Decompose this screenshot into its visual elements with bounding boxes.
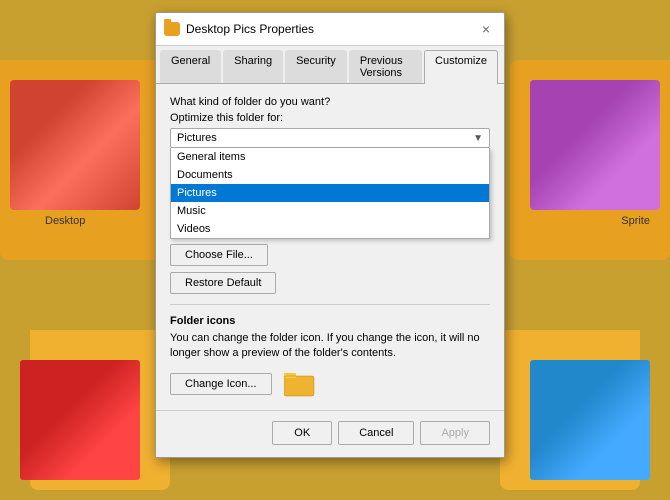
bg-folder-bottom-right-img: [530, 360, 650, 480]
choose-file-buttons: Choose File...: [170, 244, 490, 266]
choose-file-button[interactable]: Choose File...: [170, 244, 268, 266]
folder-title-icon: [164, 22, 180, 36]
properties-dialog: Desktop Pics Properties × General Sharin…: [155, 12, 505, 458]
apply-button[interactable]: Apply: [420, 421, 490, 445]
bg-folder-bottom-left-img: [20, 360, 140, 480]
section-title: What kind of folder do you want?: [170, 96, 490, 108]
tabs-bar: General Sharing Security Previous Versio…: [156, 46, 504, 84]
title-bar: Desktop Pics Properties ×: [156, 13, 504, 46]
tab-previous-versions[interactable]: Previous Versions: [349, 50, 422, 83]
close-button[interactable]: ×: [476, 19, 496, 39]
bg-label-right: Sprite: [621, 215, 650, 227]
folder-icons-description: You can change the folder icon. If you c…: [170, 331, 490, 362]
optimize-dropdown[interactable]: Pictures ▼: [170, 128, 490, 148]
divider: [170, 304, 490, 305]
dialog-title: Desktop Pics Properties: [186, 22, 314, 36]
ok-button[interactable]: OK: [272, 421, 332, 445]
title-bar-left: Desktop Pics Properties: [164, 22, 314, 36]
folder-icon-preview: [284, 370, 316, 398]
dropdown-selected-value: Pictures: [177, 132, 473, 144]
folder-icons-label: Folder icons: [170, 315, 490, 327]
tab-content: What kind of folder do you want? Optimiz…: [156, 84, 504, 410]
dropdown-item-general[interactable]: General items: [171, 148, 489, 166]
dropdown-item-documents[interactable]: Documents: [171, 166, 489, 184]
dropdown-item-pictures[interactable]: Pictures: [171, 184, 489, 202]
bg-label-left: Desktop: [45, 215, 85, 227]
dropdown-list: General items Documents Pictures Music V…: [170, 148, 490, 239]
cancel-button[interactable]: Cancel: [338, 421, 414, 445]
tab-sharing[interactable]: Sharing: [223, 50, 283, 83]
folder-icon-row: Change Icon...: [170, 370, 490, 398]
tab-customize[interactable]: Customize: [424, 50, 498, 84]
dropdown-item-videos[interactable]: Videos: [171, 220, 489, 238]
bg-image-left: [10, 80, 140, 210]
tab-security[interactable]: Security: [285, 50, 347, 83]
restore-default-button[interactable]: Restore Default: [170, 272, 276, 294]
bg-image-right: [530, 80, 660, 210]
folder-icons-section: Folder icons You can change the folder i…: [170, 315, 490, 398]
optimize-dropdown-wrapper: Pictures ▼ General items Documents Pictu…: [170, 128, 490, 148]
change-icon-button[interactable]: Change Icon...: [170, 373, 272, 395]
dropdown-arrow-icon: ▼: [473, 133, 483, 144]
tab-general[interactable]: General: [160, 50, 221, 83]
restore-default-wrapper: Restore Default: [170, 272, 490, 294]
optimize-label: Optimize this folder for:: [170, 112, 490, 124]
dropdown-item-music[interactable]: Music: [171, 202, 489, 220]
dialog-footer: OK Cancel Apply: [156, 410, 504, 457]
